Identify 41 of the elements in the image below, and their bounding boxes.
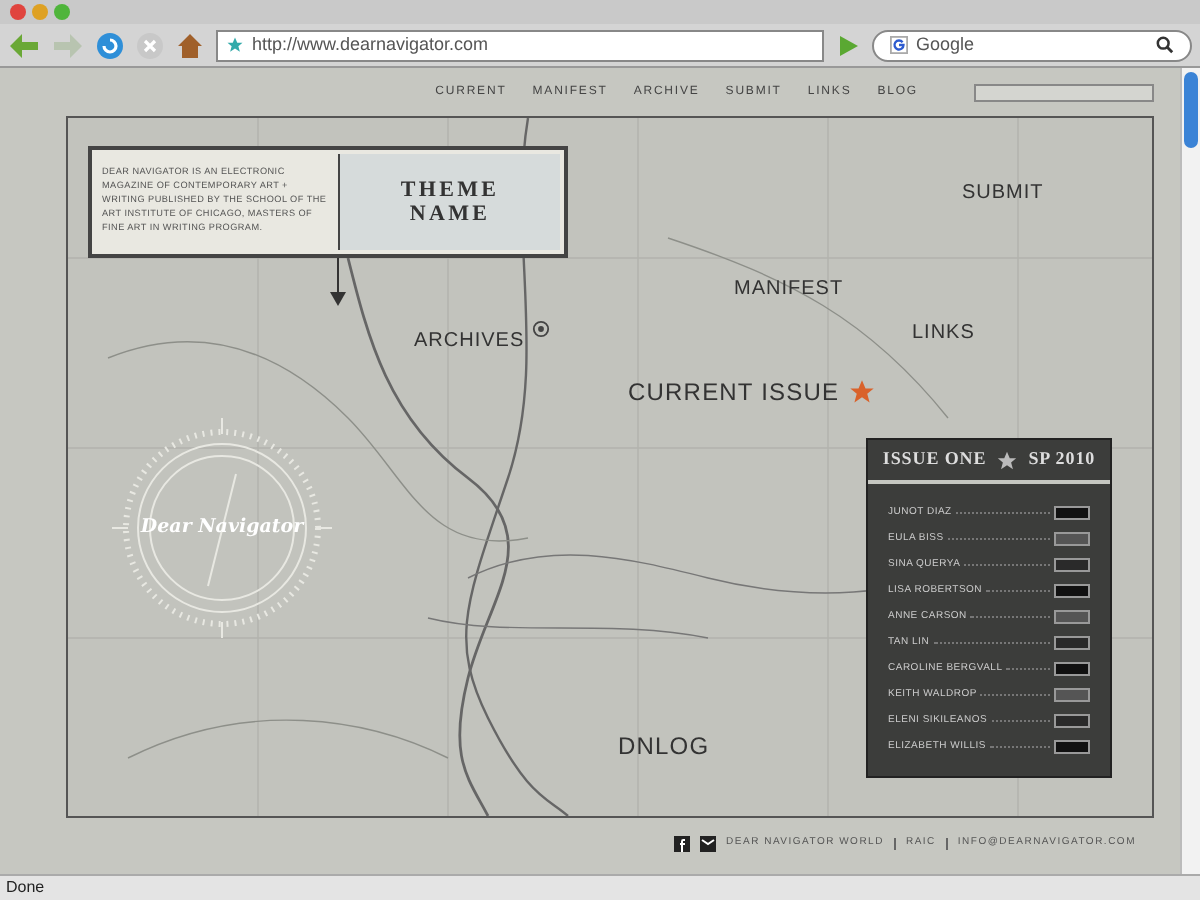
theme-name[interactable]: THEME NAME xyxy=(390,178,510,226)
pattern-swatch-icon xyxy=(1054,558,1090,573)
map-label[interactable]: DNLOG xyxy=(618,728,710,764)
back-arrow-icon[interactable] xyxy=(8,31,40,59)
map-label[interactable]: ARCHIVES xyxy=(414,326,525,356)
scroll-thumb[interactable] xyxy=(1184,72,1198,148)
issue-season: SP 2010 xyxy=(1028,446,1096,473)
go-arrow-icon[interactable] xyxy=(836,33,860,57)
mail-icon[interactable] xyxy=(700,836,717,852)
close-icon[interactable] xyxy=(10,4,26,20)
target-icon xyxy=(532,320,551,338)
status-text: Done xyxy=(6,876,45,900)
pattern-swatch-icon xyxy=(1054,688,1090,703)
pattern-swatch-icon xyxy=(1054,636,1090,651)
search-icon[interactable] xyxy=(1156,36,1174,54)
site-search-field[interactable] xyxy=(974,83,1154,101)
pattern-swatch-icon xyxy=(1054,610,1090,625)
star-icon xyxy=(226,36,244,54)
pattern-swatch-icon xyxy=(1054,714,1090,729)
facebook-icon[interactable] xyxy=(674,836,691,852)
search-engine-icon xyxy=(890,36,908,54)
pointer-arrow xyxy=(330,258,346,306)
star-icon xyxy=(847,378,876,406)
star-icon xyxy=(996,449,1019,471)
map-label[interactable]: SUBMIT xyxy=(962,178,1044,208)
stop-icon[interactable] xyxy=(136,31,164,59)
url-field[interactable]: http://www.dearnavigator.com xyxy=(216,29,824,61)
pattern-swatch-icon xyxy=(1054,506,1090,521)
map-label[interactable]: LINKS xyxy=(912,318,975,348)
pattern-swatch-icon xyxy=(1054,584,1090,599)
pattern-swatch-icon xyxy=(1054,532,1090,547)
pattern-swatch-icon xyxy=(1054,740,1090,755)
map-label[interactable]: CURRENT ISSUE xyxy=(628,374,840,410)
home-icon[interactable] xyxy=(176,31,204,59)
search-field[interactable]: Google xyxy=(872,29,1192,61)
issue-title[interactable]: ISSUE ONE xyxy=(882,446,987,474)
pattern-swatch-icon xyxy=(1054,662,1090,677)
reload-icon[interactable] xyxy=(96,31,124,59)
minimize-icon[interactable] xyxy=(32,4,48,20)
map-label[interactable]: MANIFEST xyxy=(734,274,844,304)
zoom-icon[interactable] xyxy=(54,4,70,20)
